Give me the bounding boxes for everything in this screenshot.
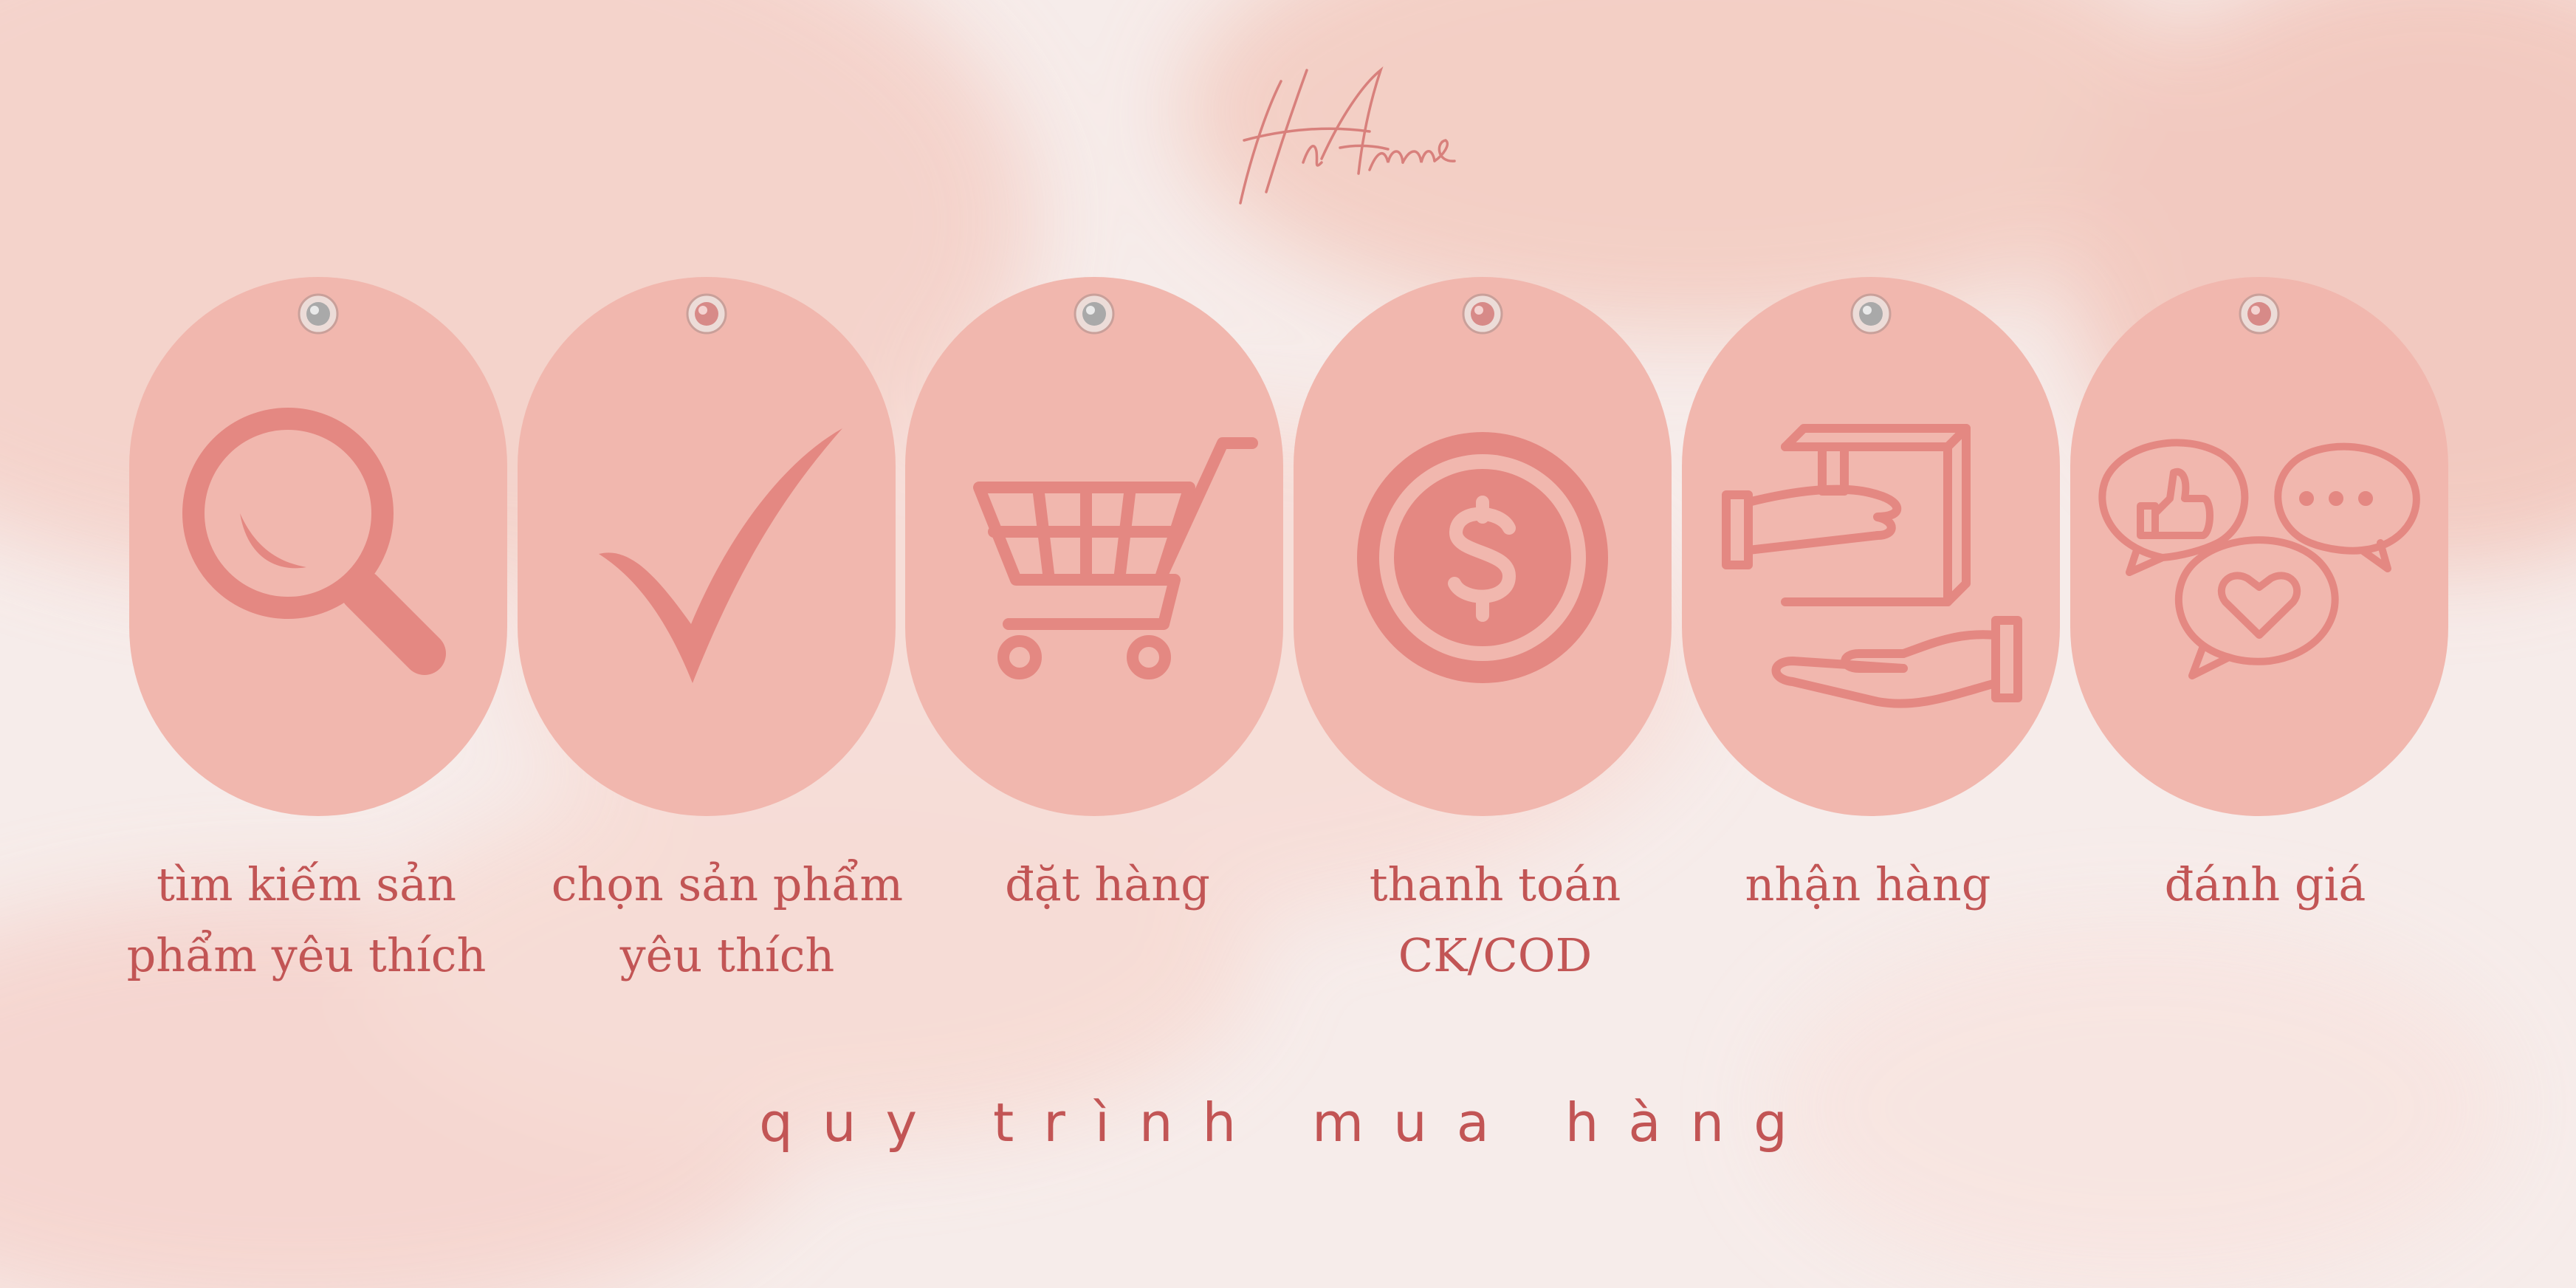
brand-signature-icon [1239, 66, 1456, 205]
tag-grommet [298, 293, 339, 335]
step-label-review: đánh giá [2164, 857, 2366, 911]
tag-grommet [1462, 293, 1503, 335]
step-label-order: đặt hàng [1005, 857, 1210, 911]
step-tag-order [905, 277, 1283, 816]
step-label-receive: nhận hàng [1745, 857, 1991, 911]
step-label-search: tìm kiếm sản phẩm yêu thích [126, 857, 487, 982]
tag-grommet [1074, 293, 1115, 335]
step-tag-payment [1294, 277, 1672, 816]
page-title: quy trình mua hàng [759, 1092, 1817, 1154]
brand-logo [1211, 52, 1477, 214]
step-tag-review [2070, 277, 2448, 816]
step-tag-choose [518, 277, 896, 816]
dollar-coin-icon [1357, 432, 1608, 683]
step-tag-receive [1682, 277, 2060, 816]
tag-grommet [2239, 293, 2280, 335]
tag-grommet [1850, 293, 1892, 335]
step-tag-search [129, 277, 507, 816]
step-label-choose: chọn sản phẩm yêu thích [551, 857, 904, 982]
tag-grommet [686, 293, 727, 335]
